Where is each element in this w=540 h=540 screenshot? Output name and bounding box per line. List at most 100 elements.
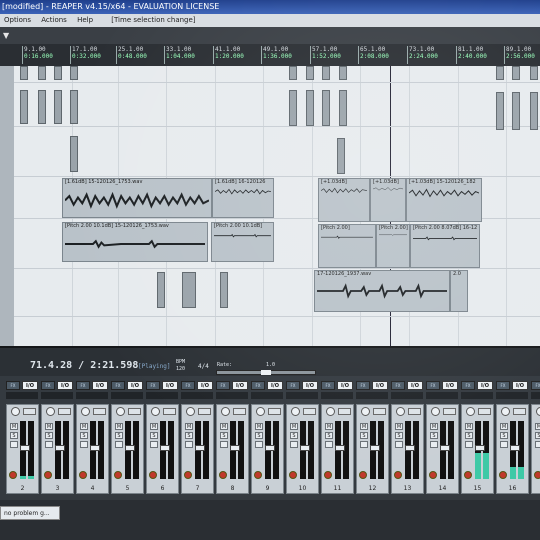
io-button[interactable]: I/O <box>127 381 143 390</box>
phase-button[interactable] <box>220 441 228 448</box>
io-button[interactable]: I/O <box>22 381 38 390</box>
phase-button[interactable] <box>10 441 18 448</box>
width-control[interactable] <box>338 408 351 415</box>
send-slot[interactable] <box>531 392 540 399</box>
pan-knob[interactable] <box>396 407 405 416</box>
send-slot[interactable] <box>76 392 108 399</box>
record-arm-button[interactable] <box>464 471 472 479</box>
track-fader-stub[interactable] <box>70 136 78 172</box>
io-button[interactable]: I/O <box>512 381 528 390</box>
volume-fader[interactable] <box>370 445 380 451</box>
pan-knob[interactable] <box>536 407 540 416</box>
pan-knob[interactable] <box>116 407 125 416</box>
solo-button[interactable]: S <box>465 432 473 439</box>
solo-button[interactable]: S <box>150 432 158 439</box>
track-fader-stub[interactable] <box>530 92 538 130</box>
pan-knob[interactable] <box>221 407 230 416</box>
track-fader-stub[interactable] <box>306 66 314 80</box>
volume-fader[interactable] <box>195 445 205 451</box>
send-slot[interactable] <box>426 392 458 399</box>
mute-button[interactable]: M <box>10 423 18 430</box>
audio-clip[interactable]: [1.61dB] 16-120126 <box>212 178 274 218</box>
audio-clip[interactable]: 2.0 <box>450 270 468 312</box>
record-arm-button[interactable] <box>499 471 507 479</box>
pan-knob[interactable] <box>81 407 90 416</box>
send-slot[interactable] <box>6 392 38 399</box>
phase-button[interactable] <box>325 441 333 448</box>
solo-button[interactable]: S <box>185 432 193 439</box>
volume-fader[interactable] <box>510 445 520 451</box>
io-button[interactable]: I/O <box>162 381 178 390</box>
track-fader-stub[interactable] <box>337 138 345 174</box>
track-fader-stub[interactable] <box>512 66 520 80</box>
fx-button[interactable]: FX <box>111 381 125 390</box>
volume-fader[interactable] <box>125 445 135 451</box>
send-slot[interactable] <box>356 392 388 399</box>
phase-button[interactable] <box>500 441 508 448</box>
mute-button[interactable]: M <box>500 423 508 430</box>
mute-button[interactable]: M <box>255 423 263 430</box>
pan-knob[interactable] <box>361 407 370 416</box>
track-fader-stub[interactable] <box>182 272 196 308</box>
phase-button[interactable] <box>255 441 263 448</box>
fx-button[interactable]: FX <box>216 381 230 390</box>
record-arm-button[interactable] <box>114 471 122 479</box>
audio-clip[interactable]: [+1.03dB] 15-120126_182 <box>406 178 482 222</box>
fx-button[interactable]: FX <box>321 381 335 390</box>
track-fader-stub[interactable] <box>289 66 297 80</box>
send-slot[interactable] <box>111 392 143 399</box>
volume-fader[interactable] <box>90 445 100 451</box>
width-control[interactable] <box>233 408 246 415</box>
track-fader-stub[interactable] <box>38 66 46 80</box>
track-fader-stub[interactable] <box>220 272 228 308</box>
audio-clip[interactable]: [Pitch 2.00 10.1dB] <box>211 222 274 262</box>
bpm-value[interactable]: 120 <box>176 366 185 372</box>
width-control[interactable] <box>373 408 386 415</box>
send-slot[interactable] <box>286 392 318 399</box>
volume-fader[interactable] <box>160 445 170 451</box>
width-control[interactable] <box>198 408 211 415</box>
io-button[interactable]: I/O <box>442 381 458 390</box>
send-slot[interactable] <box>251 392 283 399</box>
io-button[interactable]: I/O <box>407 381 423 390</box>
volume-fader[interactable] <box>20 445 30 451</box>
fx-button[interactable]: FX <box>41 381 55 390</box>
phase-button[interactable] <box>45 441 53 448</box>
audio-clip[interactable]: [+1.03dB] <box>318 178 370 222</box>
solo-button[interactable]: S <box>325 432 333 439</box>
track-fader-stub[interactable] <box>54 66 62 80</box>
fx-button[interactable]: FX <box>76 381 90 390</box>
pan-knob[interactable] <box>326 407 335 416</box>
width-control[interactable] <box>93 408 106 415</box>
record-arm-button[interactable] <box>359 471 367 479</box>
record-arm-button[interactable] <box>9 471 17 479</box>
solo-button[interactable]: S <box>255 432 263 439</box>
solo-button[interactable]: S <box>360 432 368 439</box>
menu-actions[interactable]: Actions <box>41 16 67 24</box>
fx-button[interactable]: FX <box>286 381 300 390</box>
io-button[interactable]: I/O <box>477 381 493 390</box>
track-fader-stub[interactable] <box>70 66 78 80</box>
phase-button[interactable] <box>395 441 403 448</box>
track-fader-stub[interactable] <box>339 90 347 126</box>
track-fader-stub[interactable] <box>54 90 62 124</box>
audio-clip[interactable]: 17-120126_1937.wav <box>314 270 450 312</box>
fx-button[interactable]: FX <box>181 381 195 390</box>
solo-button[interactable]: S <box>45 432 53 439</box>
solo-button[interactable]: S <box>430 432 438 439</box>
record-arm-button[interactable] <box>254 471 262 479</box>
mute-button[interactable]: M <box>360 423 368 430</box>
fx-button[interactable]: FX <box>251 381 265 390</box>
track-fader-stub[interactable] <box>70 90 78 124</box>
record-arm-button[interactable] <box>149 471 157 479</box>
volume-fader[interactable] <box>55 445 65 451</box>
solo-button[interactable]: S <box>115 432 123 439</box>
send-slot[interactable] <box>181 392 213 399</box>
audio-clip[interactable]: [Pitch 2.00 8.07dB] 16-12 <box>410 224 480 268</box>
fx-button[interactable]: FX <box>146 381 160 390</box>
audio-clip[interactable]: [1.61dB] 15-120126_1753.wav <box>62 178 212 218</box>
audio-clip[interactable]: [Pitch 2.00 10.1dB] 15-120126_1753.wav <box>62 222 208 262</box>
pan-knob[interactable] <box>256 407 265 416</box>
audio-clip[interactable]: [Pitch 2.00] <box>376 224 410 268</box>
volume-fader[interactable] <box>265 445 275 451</box>
